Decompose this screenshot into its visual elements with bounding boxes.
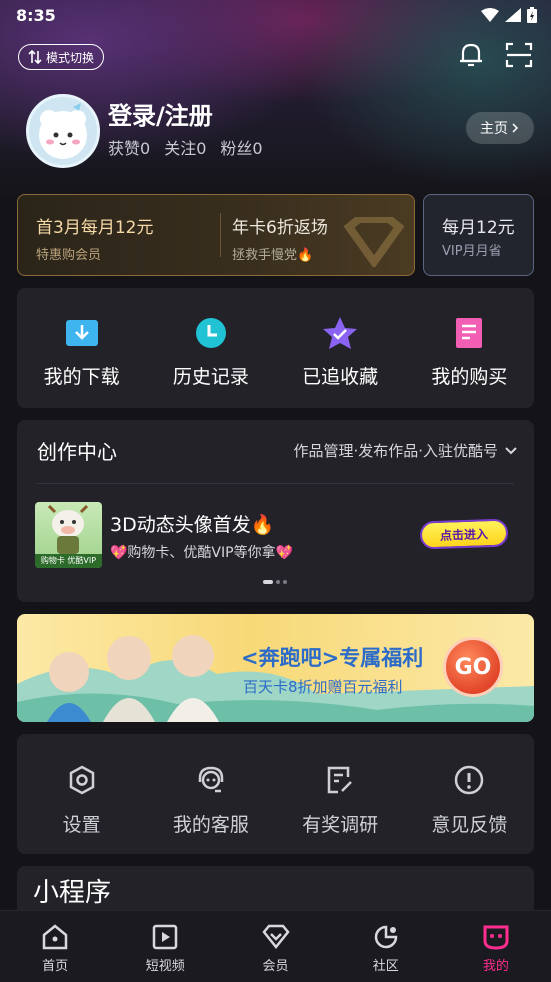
vip-offer1-title: 首3月每月12元 bbox=[36, 218, 154, 238]
banner-subtitle: 百天卡8折加赠百元福利 bbox=[243, 678, 403, 696]
tab-community[interactable]: 社区 bbox=[331, 911, 441, 982]
battery-icon bbox=[527, 7, 537, 23]
promo-title[interactable]: 3D动态头像首发🔥 bbox=[110, 510, 274, 537]
tab-label: 社区 bbox=[372, 959, 399, 974]
clock-icon bbox=[195, 318, 226, 348]
login-register-link[interactable]: 登录/注册 bbox=[108, 96, 213, 131]
vip-offer-second[interactable]: 年卡6折返场 拯救手慢党🔥 bbox=[232, 213, 328, 263]
avatar[interactable] bbox=[26, 94, 100, 168]
carousel-dot-active bbox=[263, 580, 273, 584]
receipt-icon bbox=[456, 318, 483, 348]
banner-title: <奔跑吧>专属福利 bbox=[241, 646, 424, 670]
customer-service-button[interactable]: 我的客服 bbox=[146, 734, 275, 854]
vip-diamond-icon bbox=[261, 924, 290, 950]
creation-links[interactable]: 作品管理·发布作品·入驻优酷号 bbox=[293, 440, 518, 461]
feedback-icon bbox=[455, 765, 484, 795]
customer-service-icon bbox=[198, 766, 224, 793]
settings-button[interactable]: 设置 bbox=[17, 734, 146, 854]
promo-thumbnail-tag: 购物卡 优酷VIP bbox=[35, 554, 102, 568]
service-label: 有奖调研 bbox=[302, 814, 379, 836]
download-icon bbox=[65, 320, 98, 346]
tab-label: 短视频 bbox=[145, 959, 185, 974]
promo-banner[interactable]: <奔跑吧>专属福利 百天卡8折加赠百元福利 GO bbox=[17, 614, 534, 722]
promo-subtitle: 💖购物卡、优酷VIP等你拿💖 bbox=[110, 545, 294, 561]
survey-icon bbox=[327, 766, 353, 794]
vip-offer-first[interactable]: 首3月每月12元 特惠购会员 bbox=[36, 213, 153, 263]
tab-mine[interactable]: 我的 bbox=[441, 911, 551, 982]
likes-count[interactable]: 获赞0 bbox=[108, 135, 150, 159]
quick-action-label: 历史记录 bbox=[172, 366, 249, 388]
wifi-icon bbox=[481, 8, 499, 22]
profile-icon bbox=[483, 925, 509, 950]
chevron-right-icon bbox=[512, 123, 519, 133]
vip-offer1-sub: 特惠购会员 bbox=[36, 248, 102, 263]
vip-offer2-sub: 拯救手慢党🔥 bbox=[232, 248, 314, 263]
switch-icon bbox=[28, 50, 42, 64]
tab-label: 我的 bbox=[482, 959, 509, 974]
creation-center-title: 创作中心 bbox=[37, 440, 117, 464]
promo-thumbnail[interactable]: 购物卡 优酷VIP bbox=[35, 502, 102, 568]
followers-count[interactable]: 粉丝0 bbox=[220, 135, 262, 159]
scan-icon[interactable] bbox=[505, 42, 533, 68]
video-icon bbox=[153, 924, 178, 950]
quick-action-label: 已追收藏 bbox=[302, 366, 379, 388]
mode-switch-button[interactable]: 模式切换 bbox=[18, 44, 104, 70]
vip-offer-card[interactable]: 首3月每月12元 特惠购会员 年卡6折返场 拯救手慢党🔥 bbox=[17, 194, 415, 276]
mini-programs-title: 小程序 bbox=[33, 878, 112, 908]
divider bbox=[37, 483, 514, 484]
tab-home[interactable]: 首页 bbox=[0, 911, 110, 982]
feedback-button[interactable]: 意见反馈 bbox=[405, 734, 534, 854]
go-button[interactable]: GO bbox=[443, 637, 503, 697]
mode-switch-label: 模式切换 bbox=[45, 50, 94, 65]
vip-monthly-card[interactable]: 每月12元 VIP月月省 bbox=[423, 194, 534, 276]
cow-mascot-icon bbox=[47, 504, 89, 554]
quick-action-label: 我的下载 bbox=[43, 366, 120, 388]
favorites-button[interactable]: 已追收藏 bbox=[276, 288, 405, 408]
service-label: 设置 bbox=[62, 814, 101, 836]
tab-vip[interactable]: 会员 bbox=[220, 911, 330, 982]
bottom-tab-bar: 首页 短视频 会员 社区 我的 bbox=[0, 910, 551, 982]
creation-links-label: 作品管理·发布作品·入驻优酷号 bbox=[293, 442, 498, 460]
tab-label: 首页 bbox=[42, 959, 69, 974]
star-icon bbox=[323, 317, 358, 349]
status-time: 8:35 bbox=[16, 6, 56, 25]
quick-actions-panel: 我的下载 历史记录 已追收藏 我的购买 bbox=[17, 288, 534, 408]
community-icon bbox=[374, 925, 397, 949]
enter-button[interactable]: 点击进入 bbox=[419, 518, 509, 550]
vip-offer2-title: 年卡6折返场 bbox=[232, 218, 328, 238]
vip-offer3-title: 每月12元 bbox=[442, 218, 515, 238]
vip-offer3-sub: VIP月月省 bbox=[442, 244, 502, 259]
my-downloads-button[interactable]: 我的下载 bbox=[17, 288, 146, 408]
quick-action-label: 我的购买 bbox=[431, 366, 508, 388]
vip-diamond-decoration-icon bbox=[344, 217, 404, 267]
services-panel: 设置 我的客服 有奖调研 意见反馈 bbox=[17, 734, 534, 854]
service-label: 我的客服 bbox=[172, 814, 249, 836]
system-icons bbox=[481, 7, 537, 23]
bell-icon[interactable] bbox=[456, 40, 486, 70]
profile-stats: 获赞0 关注0 粉丝0 bbox=[108, 135, 263, 159]
home-icon bbox=[42, 924, 68, 950]
my-purchases-button[interactable]: 我的购买 bbox=[405, 288, 534, 408]
signal-icon bbox=[505, 8, 521, 22]
carousel-dot bbox=[276, 580, 280, 584]
chevron-down-icon bbox=[505, 446, 517, 454]
creation-center-panel: 创作中心 作品管理·发布作品·入驻优酷号 购物卡 优酷VIP 3D动态头像首发🔥… bbox=[17, 420, 534, 602]
tab-label: 会员 bbox=[262, 959, 289, 974]
tab-short-video[interactable]: 短视频 bbox=[110, 911, 220, 982]
home-page-button[interactable]: 主页 bbox=[466, 112, 534, 144]
divider bbox=[220, 213, 221, 257]
history-button[interactable]: 历史记录 bbox=[146, 288, 275, 408]
carousel-dots bbox=[263, 580, 287, 584]
survey-button[interactable]: 有奖调研 bbox=[276, 734, 405, 854]
avatar-mascot-icon bbox=[39, 103, 87, 159]
status-bar: 8:35 bbox=[0, 0, 551, 32]
carousel-dot bbox=[283, 580, 287, 584]
settings-icon bbox=[69, 765, 94, 795]
home-page-label: 主页 bbox=[480, 121, 508, 137]
following-count[interactable]: 关注0 bbox=[164, 135, 206, 159]
service-label: 意见反馈 bbox=[431, 814, 508, 836]
